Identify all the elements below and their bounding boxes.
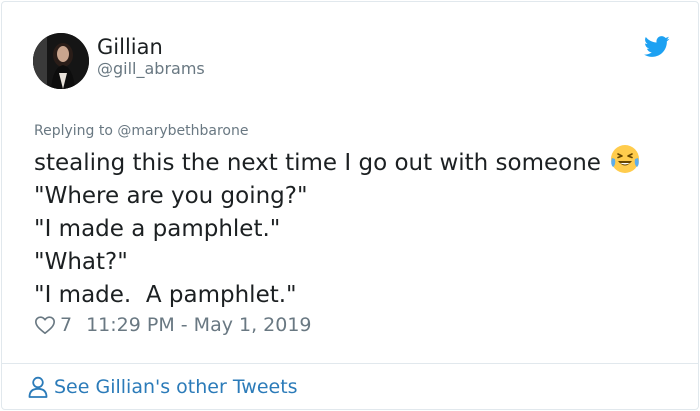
tweet-timestamp[interactable]: 11:29 PM - May 1, 2019 [86,313,311,337]
user-handle[interactable]: @gill_abrams [97,59,205,79]
twitter-bird-icon[interactable] [644,36,670,58]
replying-to: Replying to @marybethbarone [34,122,248,140]
tweet-card: Gillian @gill_abrams Replying to @marybe… [1,1,699,410]
tweet-line-text: stealing this the next time I go out wit… [34,150,601,176]
like-count[interactable]: 7 [60,313,72,337]
tweet-line: "What?" [34,249,128,275]
tweet-line: stealing this the next time I go out wit… [34,143,684,180]
avatar-image [33,33,89,89]
avatar[interactable] [33,33,89,89]
display-name[interactable]: Gillian [97,34,163,60]
see-other-tweets-label: See Gillian's other Tweets [54,376,298,398]
replying-to-label: Replying to [34,123,113,139]
see-other-tweets-link[interactable]: See Gillian's other Tweets [28,374,298,400]
reply-mention-link[interactable]: @marybethbarone [117,123,248,139]
person-icon [28,376,48,398]
laughing-emoji-icon [610,145,639,173]
tweet-line: "I made. A pamphlet." [34,282,297,308]
tweet-meta: 7 11:29 PM - May 1, 2019 [34,313,312,337]
tweet-line: "Where are you going?" [34,183,308,209]
divider [2,363,698,364]
heart-icon[interactable] [34,314,56,336]
tweet-line: "I made a pamphlet." [34,216,281,242]
tweet-text: stealing this the next time I go out wit… [34,143,684,312]
